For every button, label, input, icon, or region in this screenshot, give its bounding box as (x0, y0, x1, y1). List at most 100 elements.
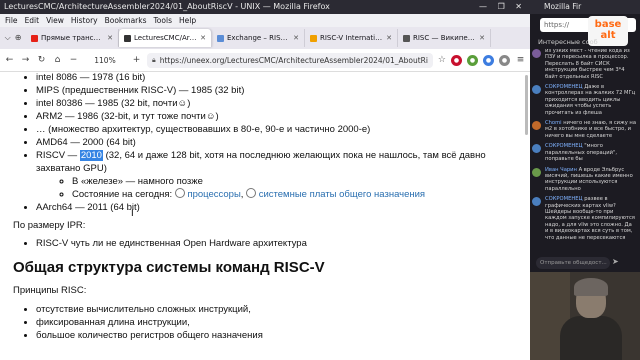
tab-label: LecturesCMC/Archi (134, 34, 198, 42)
list-item: MIPS (предшественник RISC-V) — 1985 (32 … (36, 84, 530, 97)
send-icon[interactable]: ➤ (612, 257, 619, 266)
chat-author: СОКРОМЕНЕЦ (545, 196, 583, 203)
list-item: AArch64 — 2011 (64 bit) (36, 201, 530, 214)
tab-bar: ⌵ ⊕ Прямые трансляции ✕ LecturesCMC/Arch… (0, 27, 530, 49)
menu-edit[interactable]: Edit (25, 14, 40, 27)
scrollbar[interactable] (525, 75, 528, 135)
tab-label: RISC-V International (320, 34, 384, 42)
list-item: intel 8086 — 1978 (16 bit) (36, 71, 530, 84)
title-bar: LecturesCMC/ArchitectureAssembler2024/01… (0, 0, 530, 14)
riscv-sublist: В «железе» — намного позже Состояние на … (36, 175, 530, 201)
avatar (532, 49, 541, 58)
avatar (532, 121, 541, 131)
menu-help[interactable]: Help (179, 14, 196, 27)
navigation-toolbar: ← → ↻ ⌂ − 110% + 🔒︎ https://uneex.org/Le… (0, 49, 530, 72)
tab-list-controls: ⌵ ⊕ (0, 33, 26, 43)
sub-list-item: Состояние на сегодня: процессоры, систем… (72, 188, 530, 201)
avatar (532, 197, 541, 207)
tab-live-streams[interactable]: Прямые трансляции ✕ (26, 29, 119, 47)
live-chat: из узких мест - чтение кода из ПЗУ и пер… (532, 48, 636, 256)
reload-icon[interactable]: ↻ (36, 55, 47, 65)
chat-author: Иван Чарин (545, 166, 577, 173)
firefox-window: LecturesCMC/ArchitectureAssembler2024/01… (0, 0, 530, 360)
globe-icon (174, 188, 185, 198)
list-item-riscv: RISCV — 2010 (32, 64 и даже 128 bit, хот… (36, 149, 530, 201)
list-item: … (множество архитектур, существовавших … (36, 123, 530, 136)
chat-input[interactable]: Отправьте общедост... (536, 257, 610, 269)
menu-history[interactable]: History (71, 14, 98, 27)
menu-icon[interactable]: ≡ (515, 55, 526, 65)
list-item: ARM2 — 1986 (32-bit, и тут тоже почти☺) (36, 110, 530, 123)
timeline-list: intel 8086 — 1978 (16 bit) MIPS (предшес… (0, 71, 530, 214)
tab-label: Exchange – RISC-V In (227, 34, 291, 42)
close-tab-icon[interactable]: ✕ (386, 34, 392, 42)
extension-icon[interactable]: ● (499, 54, 510, 66)
avatar (532, 167, 541, 177)
window-controls[interactable]: — ❐ ✕ (479, 0, 526, 14)
ipr-label: По размеру IPR: (13, 220, 86, 231)
close-tab-icon[interactable]: ✕ (293, 34, 299, 42)
boards-link[interactable]: системные платы общего назначения (259, 189, 425, 200)
menu-tools[interactable]: Tools (154, 14, 172, 27)
list-item: фиксированная длина инструкции, (36, 316, 530, 329)
close-tab-icon[interactable]: ✕ (107, 34, 113, 42)
riscv-icon (310, 34, 317, 42)
chat-text: из узких мест - чтение кода из ПЗУ и пер… (545, 48, 630, 80)
principles-label: Принципы RISC: (13, 285, 87, 296)
wikipedia-icon (403, 34, 410, 42)
extension-icon[interactable]: ● (467, 54, 478, 66)
tab-exchange[interactable]: Exchange – RISC-V In ✕ (212, 29, 305, 47)
close-tab-icon[interactable]: ✕ (200, 34, 206, 42)
menu-bar: File Edit View History Bookmarks Tools H… (0, 14, 530, 27)
tab-wikipedia[interactable]: RISC — Википедия ✕ (398, 29, 491, 47)
selected-year[interactable]: 2010 (79, 150, 103, 161)
address-bar[interactable]: 🔒︎ https://uneex.org/LecturesCMC/Archite… (147, 52, 433, 68)
list-item: RISC-V чуть ли не единственная Open Hard… (36, 237, 530, 250)
tab-label: RISC — Википедия (413, 34, 477, 42)
pin-icon[interactable]: ⊕ (15, 33, 22, 43)
forward-icon[interactable]: → (20, 55, 31, 65)
list-item: AMD64 — 2000 (64 bit) (36, 136, 530, 149)
menu-file[interactable]: File (5, 14, 18, 27)
chat-message: СОКРОМЕНЕЦ развее в графических картах v… (532, 196, 636, 241)
zoom-out-icon[interactable]: − (68, 55, 79, 65)
adblock-icon[interactable]: ● (451, 54, 462, 66)
url-text[interactable]: https://uneex.org/LecturesCMC/Architectu… (160, 56, 428, 65)
tab-riscv-international[interactable]: RISC-V International ✕ (305, 29, 398, 47)
tab-label: Прямые трансляции (41, 34, 104, 42)
close-tab-icon[interactable]: ✕ (479, 34, 485, 42)
zoom-in-icon[interactable]: + (131, 55, 142, 65)
youtube-icon (31, 34, 38, 42)
menu-bookmarks[interactable]: Bookmarks (105, 14, 147, 27)
avatar (532, 85, 541, 95)
menu-view[interactable]: View (46, 14, 64, 27)
extension-icon[interactable]: ● (483, 54, 494, 66)
exchange-icon (217, 34, 224, 42)
back-icon[interactable]: ← (4, 55, 15, 65)
window-title: LecturesCMC/ArchitectureAssembler2024/01… (4, 2, 330, 11)
sub-list-item: В «железе» — намного позже (72, 175, 530, 188)
processors-link[interactable]: процессоры (187, 189, 240, 200)
zoom-level[interactable]: 110% (84, 56, 126, 65)
speaker-video (530, 272, 640, 360)
logo-text: alt (600, 30, 616, 41)
riscv-description: (32, 64 и даже 128 bit, хотя на последню… (36, 150, 486, 174)
text-cursor-icon: I (131, 209, 134, 219)
page-content: intel 8086 — 1978 (16 bit) MIPS (предшес… (0, 71, 530, 360)
chat-author: СОКРОМЕНЕЦ (545, 143, 583, 150)
chat-message: СОКРОМЕНЕЦ Даже в контроллерах на жалких… (532, 84, 636, 116)
list-item: большое количество регистров общего назн… (36, 329, 530, 342)
ipr-list: RISC-V чуть ли не единственная Open Hard… (0, 237, 530, 250)
list-all-tabs-icon[interactable]: ⌵ (5, 33, 11, 43)
bookmark-star-icon[interactable]: ☆ (438, 55, 446, 65)
globe-icon (246, 188, 257, 198)
list-item: отсутствие вычислительно сложных инструк… (36, 303, 530, 316)
lock-icon[interactable]: 🔒︎ (152, 56, 156, 65)
chat-message: из узких мест - чтение кода из ПЗУ и пер… (532, 48, 636, 80)
home-icon[interactable]: ⌂ (52, 55, 63, 65)
chat-text: развее в графических картах vliw? Шейдер… (545, 196, 635, 241)
chat-message: Иван Чарин А вроде Эльбрус висячий, пише… (532, 167, 636, 193)
tab-lectures[interactable]: LecturesCMC/Archi ✕ (119, 29, 212, 47)
wiki-icon (124, 34, 131, 42)
chat-message: Chomi ничего не знаю, я сижу на м2 в хот… (532, 120, 636, 139)
